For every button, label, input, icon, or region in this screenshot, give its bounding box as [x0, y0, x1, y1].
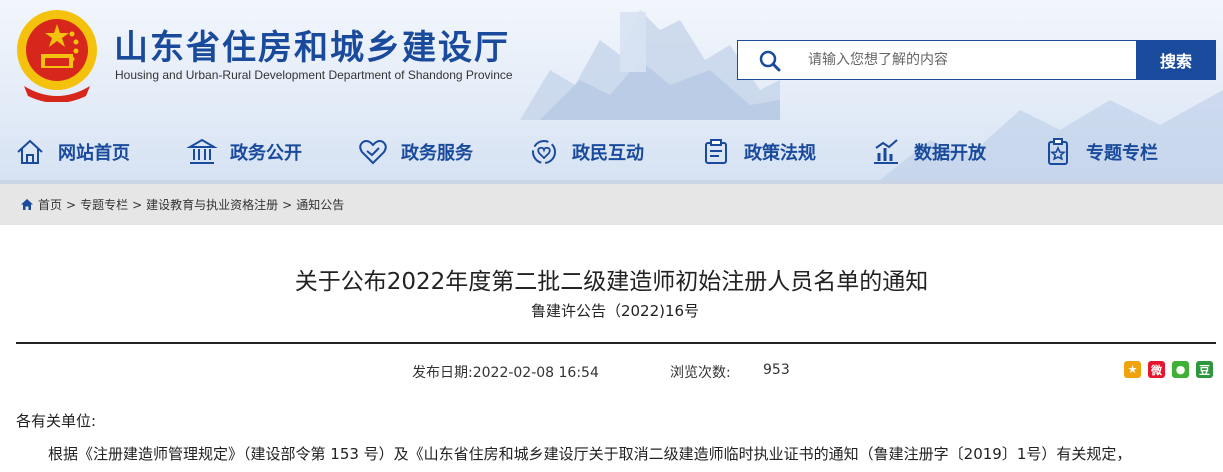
share-buttons: ★ 微 ● 豆: [1124, 361, 1213, 378]
nav-label: 专题专栏: [1086, 143, 1158, 164]
handshake-heart-icon: [359, 140, 387, 165]
special-topic-icon: [1048, 138, 1068, 165]
breadcrumb-notices[interactable]: 通知公告: [296, 196, 344, 213]
nav-label: 数据开放: [914, 143, 986, 164]
nav-item-topics[interactable]: 专题专栏: [1042, 130, 1158, 174]
nav-item-home[interactable]: 网站首页: [14, 130, 130, 174]
nav-label: 政策法规: [744, 143, 816, 164]
interaction-icon: [532, 140, 556, 164]
weibo-share-icon[interactable]: 微: [1148, 361, 1165, 378]
search-icon: [759, 50, 781, 72]
nav-item-policy[interactable]: 政策法规: [700, 130, 816, 174]
nav-item-interaction[interactable]: 政民互动: [528, 130, 644, 174]
nav-item-data[interactable]: 数据开放: [870, 130, 986, 174]
wechat-share-icon[interactable]: ●: [1172, 361, 1189, 378]
body-paragraph: 根据《注册建造师管理规定》（建设部令第 153 号）及《山东省住房和城乡建设厅关…: [48, 445, 1132, 463]
main-nav: 网站首页 政务公开 政务服务 政民互动 政策法规 数据开放 专题专栏: [0, 130, 1223, 174]
nav-item-public[interactable]: 政务公开: [186, 130, 302, 174]
views-count: 953: [763, 362, 790, 378]
breadcrumb-separator: >: [282, 197, 293, 212]
breadcrumb-topics[interactable]: 专题专栏: [80, 196, 128, 213]
qzone-share-icon[interactable]: ★: [1124, 361, 1141, 378]
nav-label: 政务服务: [401, 143, 473, 164]
nav-item-service[interactable]: 政务服务: [357, 130, 473, 174]
nav-label: 网站首页: [58, 143, 130, 164]
search-box: [737, 40, 1137, 80]
data-chart-icon: [874, 139, 898, 164]
national-emblem-logo: [17, 10, 97, 102]
site-header: 山东省住房和城乡建设厅 Housing and Urban-Rural Deve…: [0, 0, 1223, 180]
breadcrumb-separator: >: [132, 197, 143, 212]
search-input[interactable]: [808, 41, 1128, 79]
site-title: 山东省住房和城乡建设厅: [114, 28, 510, 68]
douban-share-icon[interactable]: 豆: [1196, 361, 1213, 378]
breadcrumb-home[interactable]: 首页: [38, 196, 62, 213]
title-divider: [16, 342, 1216, 344]
site-subtitle: Housing and Urban-Rural Development Depa…: [115, 68, 513, 82]
government-building-icon: [186, 138, 218, 164]
breadcrumb-separator: >: [66, 197, 77, 212]
breadcrumb-education[interactable]: 建设教育与执业资格注册: [146, 196, 278, 213]
policy-document-icon: [705, 139, 727, 164]
home-icon: [21, 199, 33, 210]
greeting: 各有关单位:: [16, 412, 97, 430]
article-title: 关于公布2022年度第二批二级建造师初始注册人员名单的通知: [294, 269, 929, 295]
nav-label: 政务公开: [230, 143, 302, 164]
breadcrumb-bar: 首页 > 专题专栏 > 建设教育与执业资格注册 > 通知公告: [0, 180, 1223, 225]
home-icon: [17, 139, 43, 164]
views-label: 浏览次数:: [670, 365, 731, 381]
search-button[interactable]: 搜索: [1136, 40, 1216, 80]
breadcrumb: 首页 > 专题专栏 > 建设教育与执业资格注册 > 通知公告: [20, 196, 344, 213]
document-number: 鲁建许公告（2022)16号: [530, 302, 700, 320]
nav-label: 政民互动: [572, 143, 644, 164]
publish-date: 发布日期:2022-02-08 16:54: [412, 365, 599, 381]
